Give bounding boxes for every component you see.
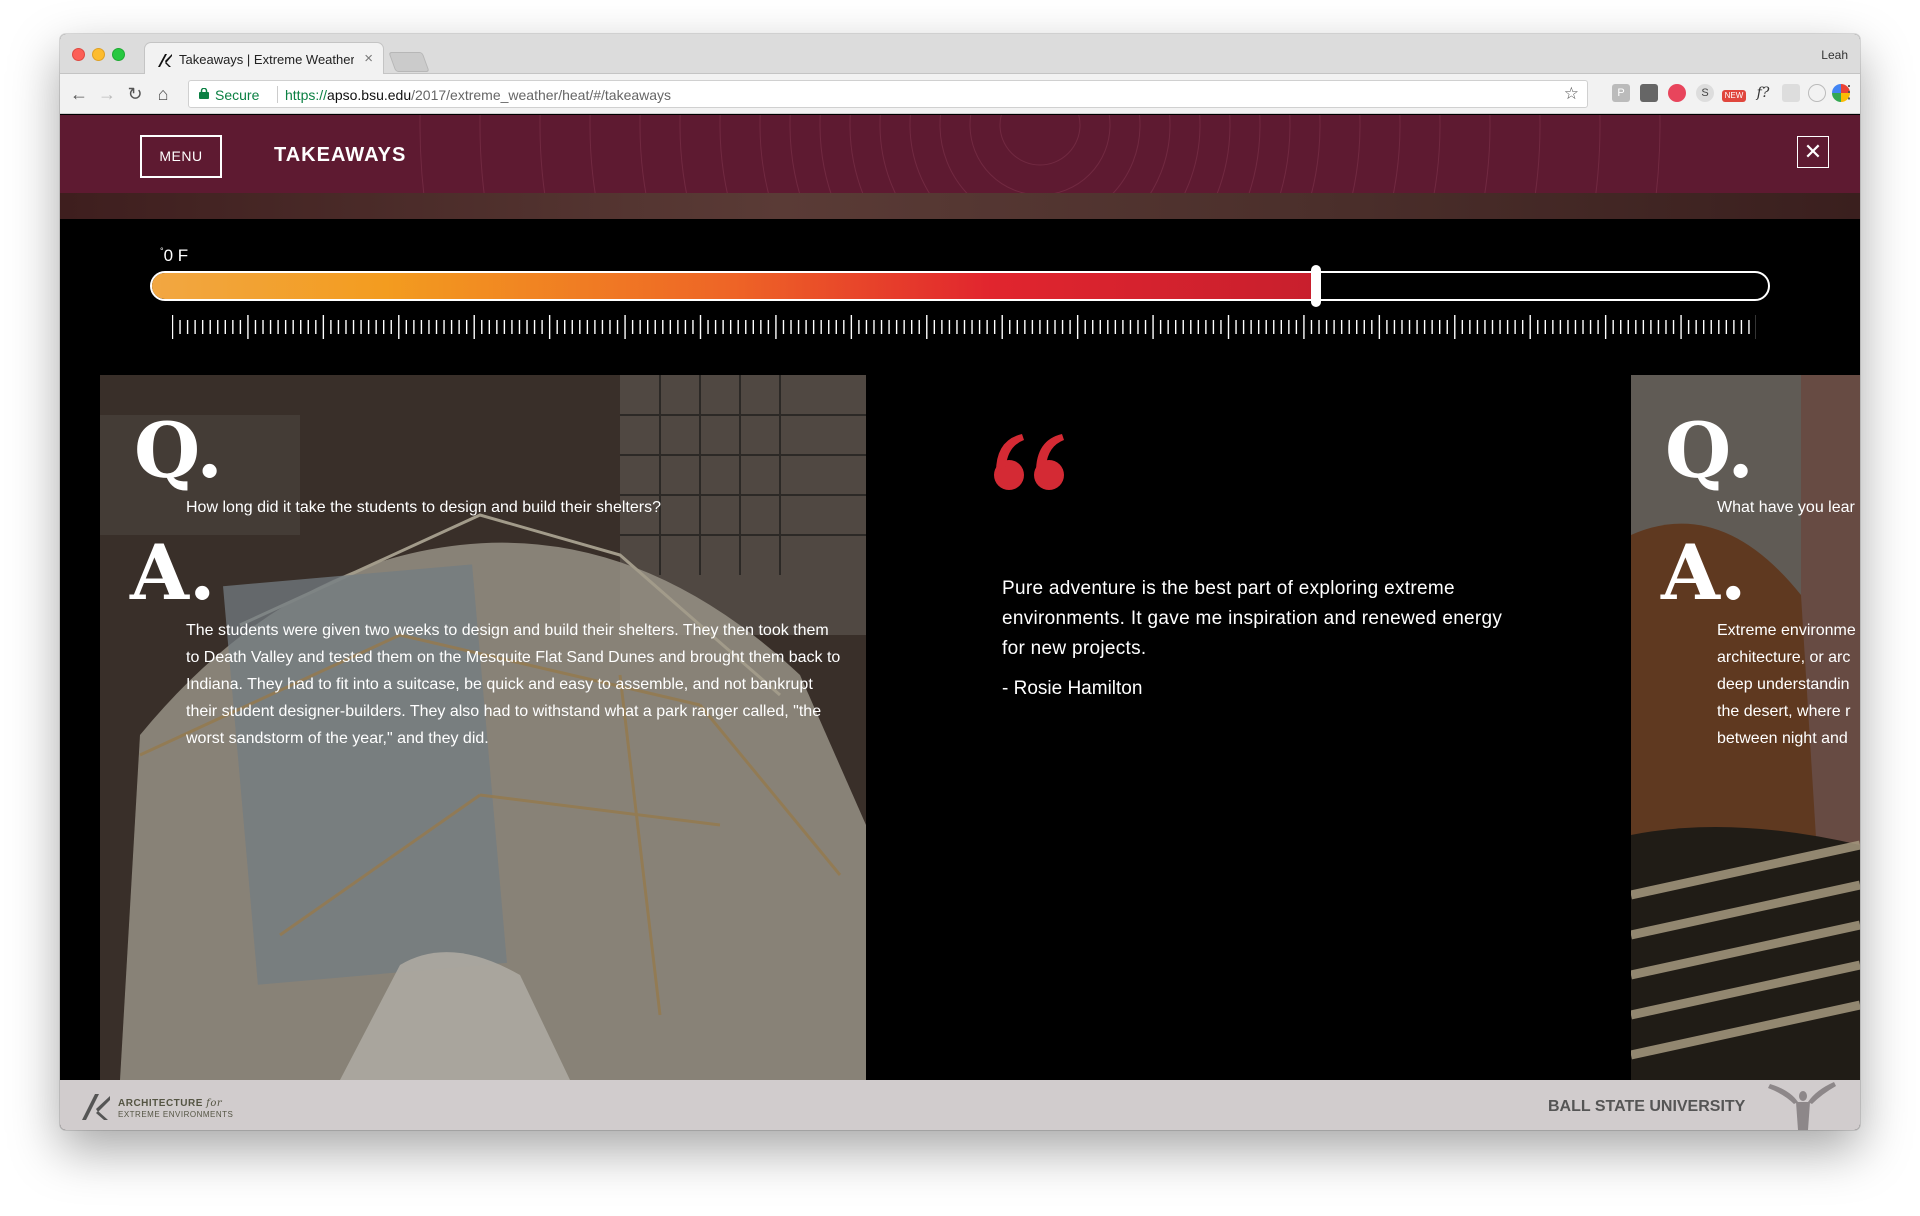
browser-window: Takeaways | Extreme Weather × Leah ← → ↻… bbox=[60, 34, 1860, 1130]
menu-button[interactable]: MENU bbox=[140, 135, 222, 178]
thermometer-handle[interactable] bbox=[1310, 265, 1321, 307]
thermometer-fill bbox=[152, 273, 1316, 299]
new-tab-button[interactable] bbox=[388, 52, 430, 72]
answer-text: The students were given two weeks to des… bbox=[186, 622, 841, 747]
question-text: How long did it take the students to des… bbox=[186, 499, 661, 516]
shelter-photo-card: Q. How long did it take the students to … bbox=[100, 375, 866, 1080]
address-bar[interactable]: Secure https://apso.bsu.edu/2017/extreme… bbox=[188, 80, 1588, 108]
thermometer-ticks bbox=[172, 315, 1756, 339]
footer-brand-name: ARCHITECTURE for bbox=[118, 1098, 223, 1109]
url-text: https://apso.bsu.edu/2017/extreme_weathe… bbox=[285, 87, 672, 103]
quote-author: - Rosie Hamilton bbox=[1002, 678, 1143, 699]
temperature-label: °0 F bbox=[160, 246, 189, 265]
lock-icon bbox=[199, 88, 209, 99]
site-header: MENU TAKEAWAYS ✕ bbox=[60, 115, 1860, 219]
question-letter-right: Q. bbox=[1665, 406, 1754, 495]
quote-text: Pure adventure is the best part of explo… bbox=[1002, 578, 1503, 659]
profile-name[interactable]: Leah bbox=[1821, 48, 1848, 62]
quote-mark-icon bbox=[994, 434, 1064, 490]
secure-label: Secure bbox=[215, 87, 260, 103]
header-image-strip bbox=[60, 193, 1860, 219]
home-icon[interactable]: ⌂ bbox=[152, 83, 174, 105]
extension-f-icon[interactable]: f? bbox=[1754, 84, 1772, 102]
site-logo-icon bbox=[158, 54, 172, 67]
close-window-button[interactable] bbox=[72, 48, 85, 61]
statue-icon bbox=[1768, 1082, 1836, 1130]
answer-letter-right: A. bbox=[1661, 528, 1747, 617]
browser-tab[interactable]: Takeaways | Extreme Weather × bbox=[144, 42, 384, 75]
omnibox-separator bbox=[277, 86, 278, 103]
site-logo-icon[interactable] bbox=[82, 1094, 112, 1120]
extension-shield-icon[interactable] bbox=[1640, 84, 1658, 102]
answer-text-right: Extreme environme architecture, or arc d… bbox=[1717, 622, 1856, 747]
reload-icon[interactable]: ↻ bbox=[124, 83, 146, 105]
answer-letter: A. bbox=[130, 528, 216, 617]
minimize-window-button[interactable] bbox=[92, 48, 105, 61]
bookmark-star-icon[interactable]: ☆ bbox=[1564, 84, 1579, 104]
question-text-right: What have you lear bbox=[1717, 499, 1855, 516]
extension-red-circle-icon[interactable] bbox=[1668, 84, 1686, 102]
site-footer: ARCHITECTURE for EXTREME ENVIRONMENTS BA… bbox=[60, 1080, 1860, 1130]
footer-brand-subtitle: EXTREME ENVIRONMENTS bbox=[118, 1110, 234, 1119]
question-letter: Q. bbox=[134, 406, 223, 495]
close-icon[interactable]: ✕ bbox=[1797, 136, 1829, 168]
tab-title: Takeaways | Extreme Weather bbox=[179, 52, 354, 67]
extension-p-icon[interactable]: P bbox=[1612, 84, 1630, 102]
extension-new-badge[interactable]: NEW bbox=[1722, 90, 1746, 102]
more-menu-icon[interactable]: ⋮ bbox=[1840, 82, 1858, 103]
student-photo-card: Q. What have you lear A. Extreme environ… bbox=[1631, 375, 1860, 1080]
desktop-stage: Takeaways | Extreme Weather × Leah ← → ↻… bbox=[0, 0, 1920, 1216]
zoom-window-button[interactable] bbox=[112, 48, 125, 61]
extension-circle-icon[interactable] bbox=[1808, 84, 1826, 102]
page-content: MENU TAKEAWAYS ✕ °0 F Q. How long did it… bbox=[60, 115, 1860, 1130]
browser-toolbar: ← → ↻ ⌂ Secure https://apso.bsu.edu/2017… bbox=[60, 74, 1860, 114]
extension-s-icon[interactable]: S bbox=[1696, 84, 1714, 102]
tab-strip: Takeaways | Extreme Weather × Leah bbox=[60, 34, 1860, 75]
page-title: TAKEAWAYS bbox=[274, 144, 407, 166]
thermometer-track[interactable] bbox=[150, 271, 1770, 301]
extension-window-icon[interactable] bbox=[1782, 84, 1800, 102]
back-arrow-icon[interactable]: ← bbox=[68, 83, 90, 105]
forward-arrow-icon[interactable]: → bbox=[96, 83, 118, 105]
university-name[interactable]: BALL STATE UNIVERSITY bbox=[1548, 1098, 1745, 1116]
tab-close-icon[interactable]: × bbox=[364, 50, 373, 67]
